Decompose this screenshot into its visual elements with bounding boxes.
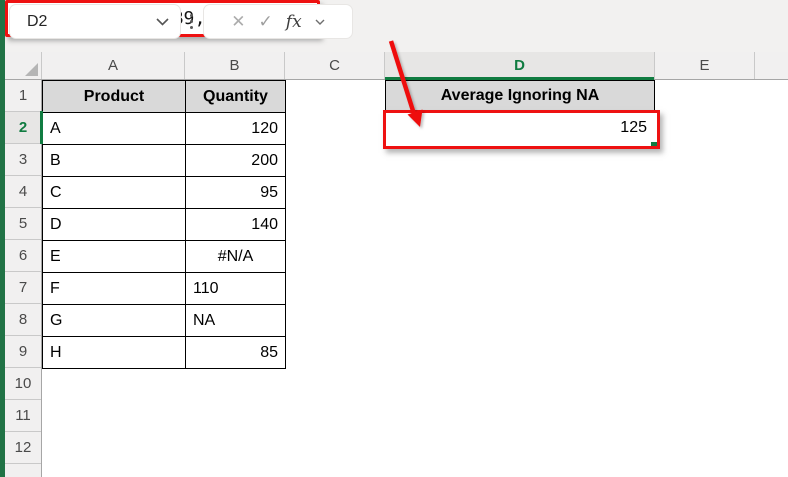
chevron-down-icon[interactable] xyxy=(156,17,169,26)
column-header-C[interactable]: C xyxy=(285,52,385,79)
name-box[interactable]: D2 xyxy=(9,4,181,39)
cell-B6[interactable]: #N/A xyxy=(185,240,286,273)
row-headers: 1 2 3 4 5 6 7 8 9 10 11 12 xyxy=(5,80,43,477)
select-all-button[interactable] xyxy=(5,52,42,79)
table-row: E #N/A xyxy=(42,240,286,273)
column-header-D[interactable]: D xyxy=(385,52,655,80)
excel-window: D2 ✕ ✓ fx =AVERAGEIF(B1:B9, ">0") A B C … xyxy=(0,0,788,477)
row-header-6[interactable]: 6 xyxy=(5,240,41,272)
table-row: C 95 xyxy=(42,176,286,209)
row-header-10[interactable]: 10 xyxy=(5,368,41,400)
row-header-8[interactable]: 8 xyxy=(5,304,41,336)
column-header-partial[interactable] xyxy=(755,52,788,79)
row-header-4[interactable]: 4 xyxy=(5,176,41,208)
row-header-3[interactable]: 3 xyxy=(5,144,41,176)
table-row: F 110 xyxy=(42,272,286,305)
cell-B3[interactable]: 200 xyxy=(185,144,286,177)
product-table-body: A 120 B 200 C 95 D 140 E #N/A F 110 G NA H 85 xyxy=(42,112,286,369)
row-header-11[interactable]: 11 xyxy=(5,400,41,432)
column-header-E[interactable]: E xyxy=(655,52,755,79)
table-row: H 85 xyxy=(42,336,286,369)
enter-icon[interactable]: ✓ xyxy=(259,13,273,30)
resize-dots-separator[interactable] xyxy=(187,10,195,32)
table-row: D 140 xyxy=(42,208,286,241)
cell-B4[interactable]: 95 xyxy=(185,176,286,209)
cell-A5[interactable]: D xyxy=(42,208,186,241)
cell-B5[interactable]: 140 xyxy=(185,208,286,241)
cell-A4[interactable]: C xyxy=(42,176,186,209)
row-header-5[interactable]: 5 xyxy=(5,208,41,240)
cell-A9[interactable]: H xyxy=(42,336,186,369)
chevron-down-small-icon[interactable] xyxy=(315,19,325,25)
column-header-strip: A B C D E xyxy=(5,52,788,80)
formula-buttons: ✕ ✓ fx xyxy=(203,4,353,39)
cell-A1[interactable]: Product xyxy=(42,80,186,113)
table-row: G NA xyxy=(42,304,286,337)
cell-A2[interactable]: A xyxy=(42,112,186,145)
cell-D2[interactable]: 125 xyxy=(385,112,655,144)
table-row: B 200 xyxy=(42,144,286,177)
table-header-row: Product Quantity xyxy=(42,80,286,113)
name-box-value[interactable]: D2 xyxy=(10,13,156,31)
cell-A6[interactable]: E xyxy=(42,240,186,273)
insert-function-icon[interactable]: fx xyxy=(286,12,302,32)
cell-A8[interactable]: G xyxy=(42,304,186,337)
cell-B9[interactable]: 85 xyxy=(185,336,286,369)
select-all-triangle-icon xyxy=(25,63,38,76)
formula-toolbar: D2 ✕ ✓ fx =AVERAGEIF(B1:B9, ">0") xyxy=(5,0,788,52)
cell-B1[interactable]: Quantity xyxy=(185,80,286,113)
cell-D1[interactable]: Average Ignoring NA xyxy=(385,80,655,112)
cell-B2[interactable]: 120 xyxy=(185,112,286,145)
column-header-B[interactable]: B xyxy=(185,52,285,79)
cell-A3[interactable]: B xyxy=(42,144,186,177)
window-edge-strip xyxy=(0,0,5,477)
cancel-icon[interactable]: ✕ xyxy=(231,13,245,30)
cell-B7[interactable]: 110 xyxy=(185,272,286,305)
selected-row-indicator xyxy=(40,111,43,144)
product-table: Product Quantity A 120 B 200 C 95 D 140 E #N/A F 11… xyxy=(42,80,286,369)
cell-B8[interactable]: NA xyxy=(185,304,286,337)
column-header-A[interactable]: A xyxy=(42,52,185,79)
row-header-1[interactable]: 1 xyxy=(5,80,41,112)
fill-handle[interactable] xyxy=(650,141,658,149)
row-header-2[interactable]: 2 xyxy=(5,111,43,144)
row-header-12[interactable]: 12 xyxy=(5,432,41,464)
selected-column-indicator xyxy=(385,77,654,80)
cell-A7[interactable]: F xyxy=(42,272,186,305)
table-row: A 120 xyxy=(42,112,286,145)
row-header-9[interactable]: 9 xyxy=(5,336,41,368)
row-header-7[interactable]: 7 xyxy=(5,272,41,304)
